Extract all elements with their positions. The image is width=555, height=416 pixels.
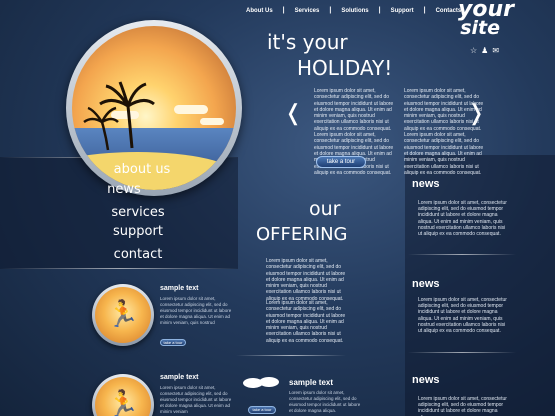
hero-text-right: Lorem ipsum dolor sit amet, consectetur … — [404, 88, 484, 176]
menu-services[interactable]: services — [92, 205, 184, 220]
sample-text: Lorem ipsum dolor sit amet, consectetur … — [289, 390, 361, 413]
person-icon: 🏃 — [106, 298, 140, 329]
offering-text-1: Lorem ipsum dolor sit amet, consectetur … — [266, 258, 346, 302]
divider — [0, 268, 240, 269]
menu-support[interactable]: support — [92, 224, 184, 239]
bell-icon[interactable]: ♟ — [481, 46, 488, 55]
nav-services[interactable]: Services — [285, 8, 330, 14]
jumping-person-image: 🏃 — [95, 377, 151, 416]
top-nav: About Us | Services | Solutions | Suppor… — [236, 7, 471, 14]
offering-title-line-1: our — [309, 198, 341, 220]
prev-arrow-icon[interactable]: ❬ — [284, 100, 302, 126]
header-icons: ☆ ♟ ✉ — [470, 46, 499, 55]
logo-line-2: site — [460, 17, 500, 39]
sample-image-frame: 🏃 — [92, 284, 154, 346]
take-a-tour-button[interactable]: take a tour — [316, 156, 366, 168]
menu-contact[interactable]: contact — [92, 247, 184, 262]
menu-news[interactable]: news — [78, 182, 170, 197]
sample-title: sample text — [289, 378, 334, 387]
site-logo[interactable]: your site — [444, 0, 514, 38]
nav-support[interactable]: Support — [381, 8, 424, 14]
speech-bubbles-icon — [242, 376, 280, 392]
offering-text-2: Lorem ipsum dolor sit amet, consectetur … — [266, 300, 346, 344]
sample-take-tour-button[interactable]: take a tour — [248, 406, 276, 414]
sample-text: Lorem ipsum dolor sit amet, consectetur … — [160, 385, 232, 414]
news-text: Lorem ipsum dolor sit amet, consectetur … — [418, 396, 507, 416]
jumping-person-image: 🏃 — [95, 287, 151, 343]
news-title: news — [412, 278, 440, 290]
news-title: news — [412, 178, 440, 190]
person-icon: 🏃 — [106, 388, 140, 416]
mail-icon[interactable]: ✉ — [492, 46, 499, 55]
news-text: Lorem ipsum dolor sit amet, consectetur … — [418, 200, 507, 238]
nav-about-us[interactable]: About Us — [236, 8, 283, 14]
divider — [408, 352, 516, 353]
menu-about-us[interactable]: about us — [96, 162, 188, 177]
sample-text: Lorem ipsum dolor sit amet, consectetur … — [160, 296, 232, 325]
divider — [236, 355, 346, 356]
sample-take-tour-button[interactable]: take a tour — [160, 339, 186, 346]
sample-title: sample text — [160, 285, 199, 292]
news-title: news — [412, 374, 440, 386]
hero-title-line-1: it's your — [267, 30, 348, 54]
sample-image-frame: 🏃 — [92, 374, 154, 416]
star-icon[interactable]: ☆ — [470, 46, 477, 55]
offering-title-line-2: OFFERING — [256, 224, 348, 245]
nav-solutions[interactable]: Solutions — [331, 8, 378, 14]
news-text: Lorem ipsum dolor sit amet, consectetur … — [418, 297, 507, 335]
divider — [408, 254, 516, 255]
hero-title-line-2: HOLIDAY! — [297, 56, 393, 80]
sample-title: sample text — [160, 374, 199, 381]
